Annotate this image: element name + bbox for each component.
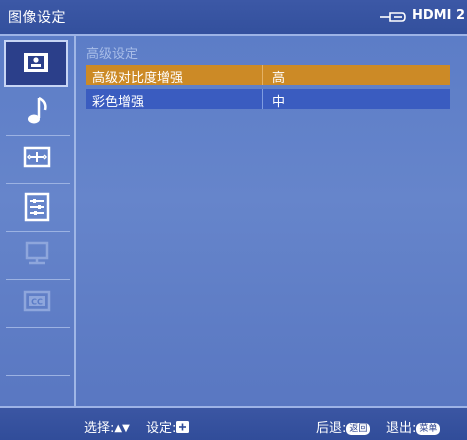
menu-title: 图像设定	[8, 10, 66, 26]
setting-label: 彩色增强	[92, 95, 145, 110]
screen-icon	[23, 146, 51, 168]
set-hint-label: 设定:	[146, 421, 177, 436]
up-down-arrows-icon: ▲▼	[114, 423, 130, 434]
hint-bar: 选择:▲▼ 设定: 后退: 返回 退出: 菜单	[0, 406, 467, 440]
input-source-label: HDMI 2	[412, 8, 466, 23]
section-title: 高级设定	[86, 47, 139, 62]
picture-icon	[24, 53, 48, 72]
return-key-icon: 返回	[346, 423, 371, 435]
sidebar-item-screen[interactable]	[6, 136, 70, 184]
setting-row-color-enhance[interactable]: 彩色增强 中	[86, 89, 450, 110]
title-bar: 图像设定 HDMI 2	[0, 0, 467, 36]
sidebar-item-caption: CC	[6, 280, 70, 328]
category-sidebar: CC	[0, 36, 76, 406]
sidebar-item-picture[interactable]	[4, 40, 68, 87]
setting-label: 高级对比度增强	[92, 71, 184, 86]
settings-list-icon	[24, 192, 50, 222]
row-divider	[262, 89, 263, 109]
back-hint-label: 后退:	[316, 421, 347, 436]
sidebar-item-setup[interactable]	[6, 184, 70, 232]
sidebar-item-empty	[6, 328, 70, 376]
select-hint: 选择:▲▼	[84, 417, 130, 436]
menu-screen: 图像设定 HDMI 2 CC 高级设定 高级对比度增强 高 彩色增强 中 选择:…	[0, 0, 467, 440]
pc-monitor-icon	[25, 241, 49, 265]
setting-value: 高	[272, 71, 286, 86]
setting-row-advanced-contrast[interactable]: 高级对比度增强 高	[86, 65, 450, 86]
sidebar-item-sound[interactable]	[6, 88, 70, 136]
cc-icon: CC	[23, 290, 51, 312]
sidebar-item-pc	[6, 232, 70, 280]
setting-value: 中	[272, 95, 286, 110]
music-note-icon	[28, 96, 47, 124]
exit-hint-label: 退出:	[386, 421, 417, 436]
back-hint: 后退: 返回	[316, 417, 371, 436]
svg-text:CC: CC	[31, 298, 43, 307]
exit-hint: 退出: 菜单	[386, 417, 441, 436]
set-hint: 设定:	[146, 417, 190, 436]
select-hint-label: 选择:	[84, 421, 115, 436]
row-divider	[262, 65, 263, 85]
menu-key-icon: 菜单	[416, 423, 441, 435]
input-source-icon	[380, 12, 406, 22]
enter-key-icon	[176, 421, 190, 433]
